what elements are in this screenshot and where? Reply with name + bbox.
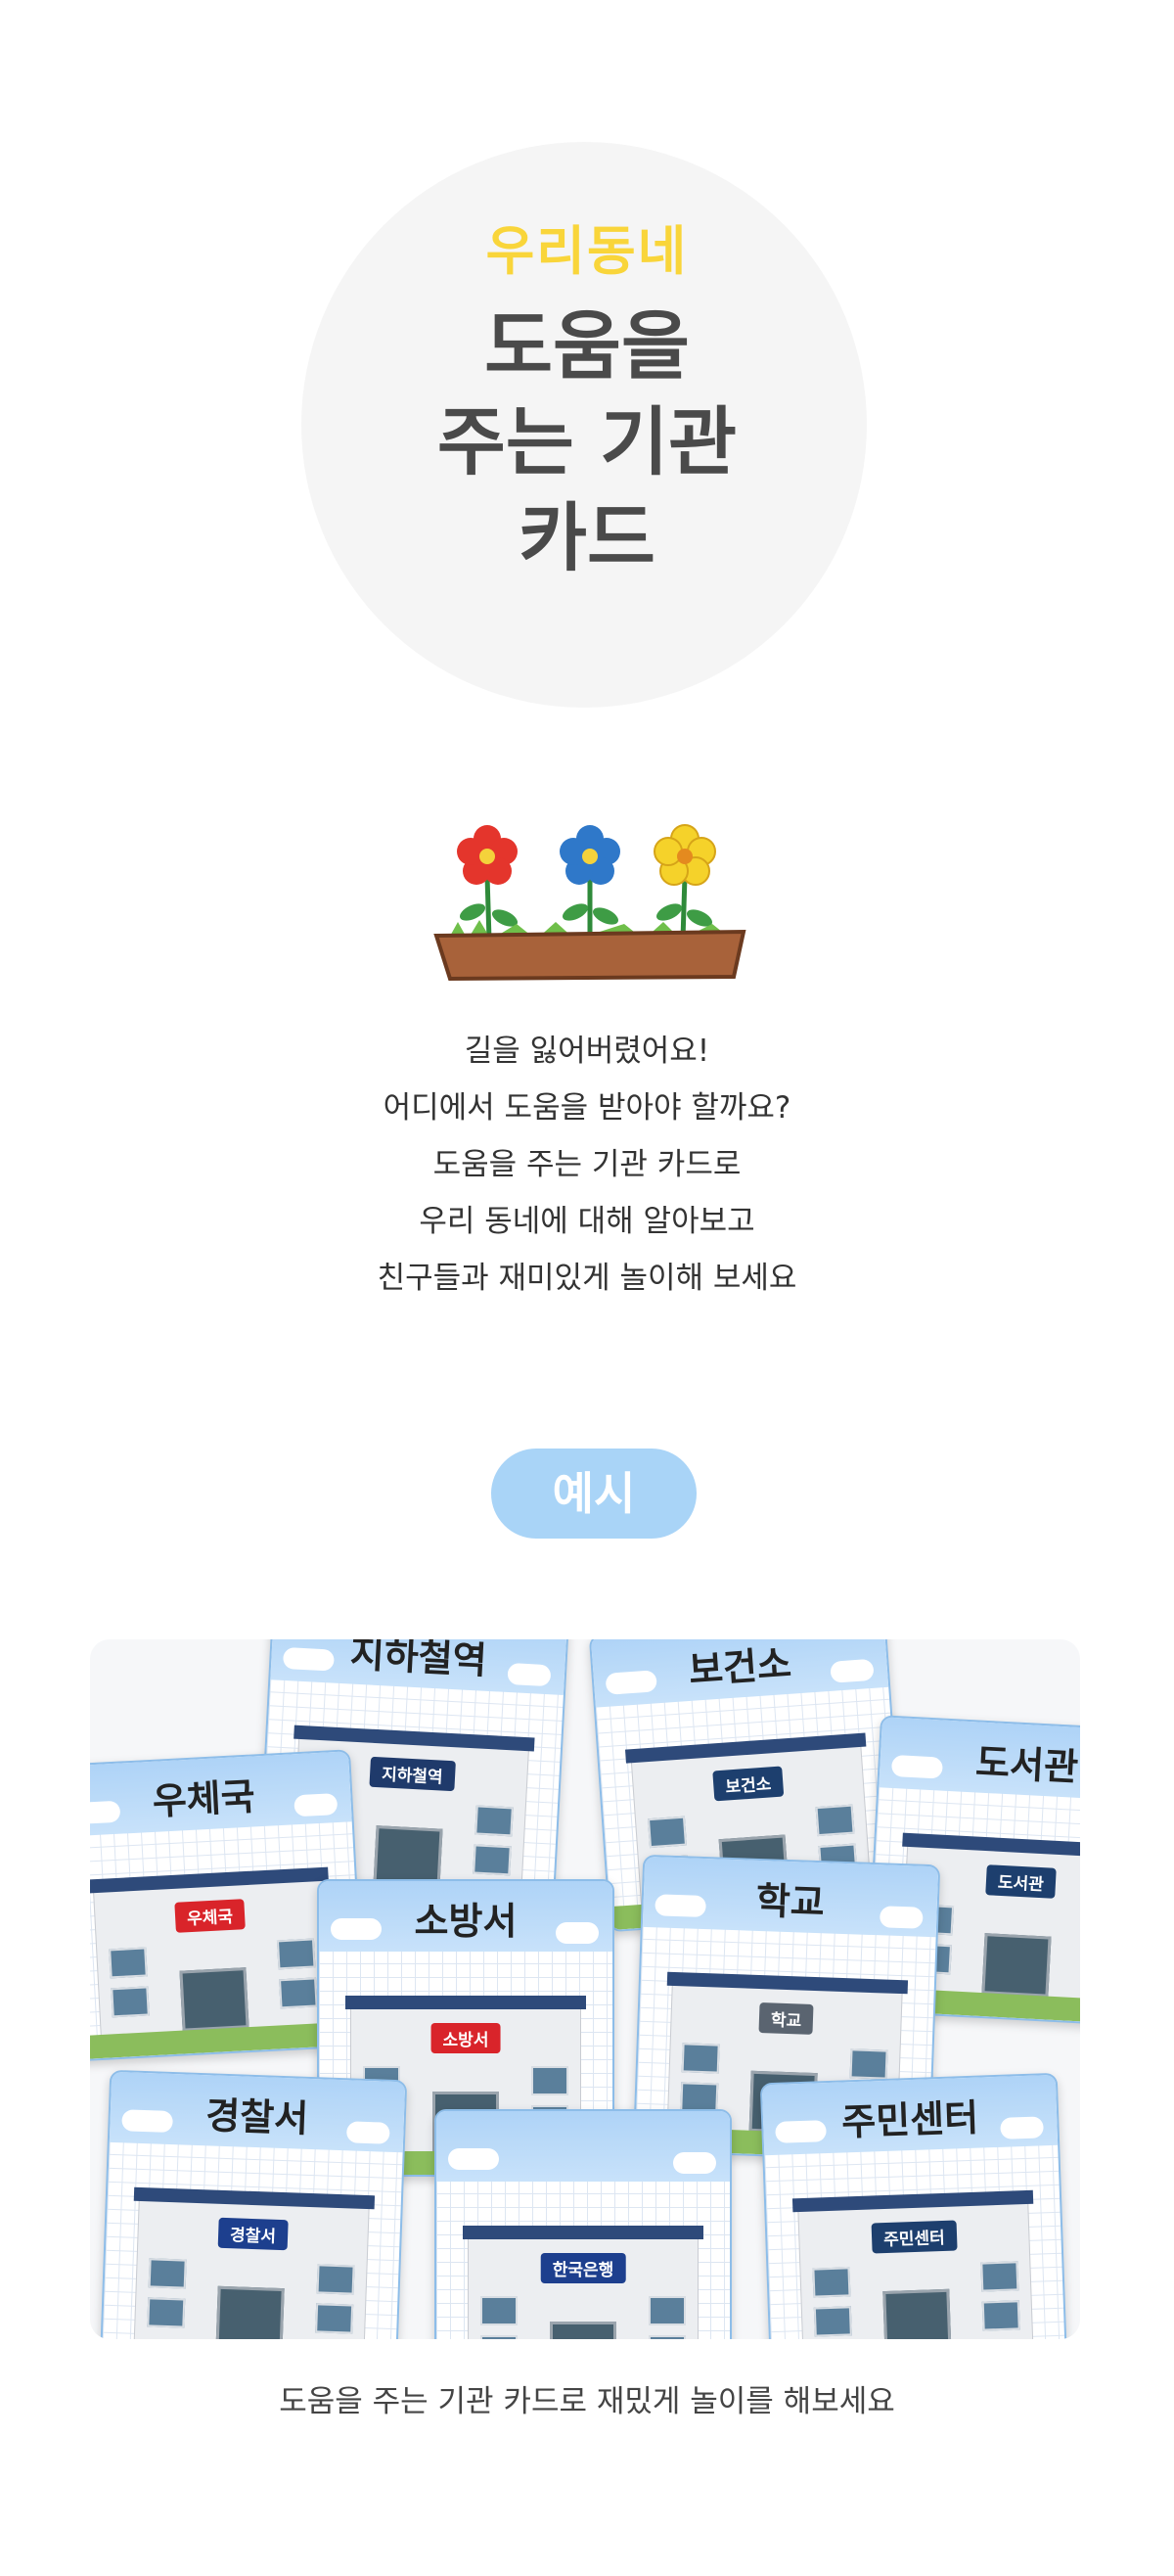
hero-title-line: 카드 [519,494,655,581]
collage-caption: 도움을 주는 기관 카드로 재밌게 놀이를 해보세요 [279,2384,895,2419]
card-building-sign: 보건소 [712,1766,785,1802]
hero-title-line: 주는 기관 [436,398,738,485]
intro-line: 도움을 주는 기관 카드로 [432,1147,742,1182]
card-building-sign: 경찰서 [217,2217,289,2251]
intro-line: 어디에서 도움을 받아야 할까요? [383,1090,791,1126]
card-community-center: 주민센터 주민센터 [759,2072,1068,2339]
card-sky [436,2111,730,2182]
card-building-sign: 지하철역 [369,1756,456,1792]
card-building-sign: 한국은행 [540,2253,626,2283]
card-building-sign: 우체국 [174,1899,246,1933]
card-building-sign: 주민센터 [871,2220,958,2254]
card-building-sign: 도서관 [985,1864,1057,1899]
intro-line: 우리 동네에 대해 알아보고 [419,1204,755,1239]
post-office-icon: 우체국 [90,1866,332,2038]
flower-pot-icon [433,824,746,982]
hero-title-line: 도움을 [484,302,690,390]
community-center-icon: 주민센터 [791,2189,1034,2339]
card-building-sign: 소방서 [430,2023,501,2053]
example-badge: 예시 [491,1449,697,1539]
intro-line: 길을 잃어버렸어요! [464,1034,710,1069]
card-bank: 한국은행 [434,2109,732,2339]
intro-text: 길을 잃어버렸어요! 어디에서 도움을 받아야 할까요? 도움을 주는 기관 카… [0,1023,1174,1307]
card-title: 경찰서 [204,2093,309,2140]
card-collage: 지하철역 지하철역 보건소 보건소 도서관 도서관 우체국 우체국 소방서 소방서 학교 학교 경찰서 경… [90,1639,1080,2339]
police-station-icon: 경찰서 [133,2186,376,2339]
card-title: 학교 [755,1878,826,1925]
hero-subtitle: 우리동네 [485,220,689,282]
card-police-station: 경찰서 경찰서 [99,2069,408,2339]
hero-title: 도움을 주는 기관 카드 [0,299,1174,586]
card-title: 주민센터 [840,2095,979,2144]
card-building-sign: 학교 [758,2002,814,2035]
bank-icon: 한국은행 [463,2226,703,2339]
card-title: 소방서 [414,1900,518,1943]
intro-line: 친구들과 재미있게 놀이해 보세요 [377,1261,797,1296]
